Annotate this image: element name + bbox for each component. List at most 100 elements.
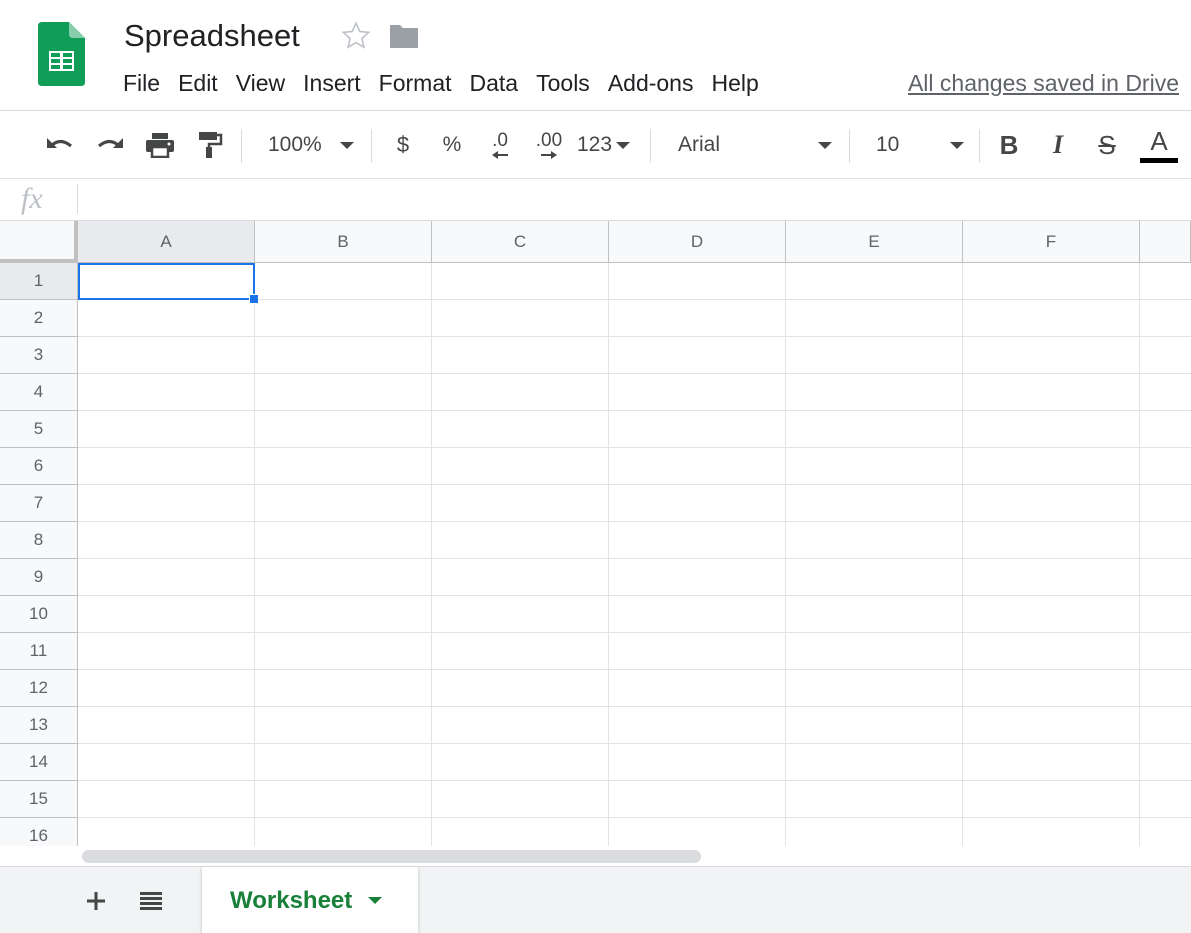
row-header-16[interactable]: 16 bbox=[0, 818, 78, 846]
row-header-14[interactable]: 14 bbox=[0, 744, 78, 781]
star-icon[interactable] bbox=[340, 20, 372, 52]
menu-add-ons[interactable]: Add-ons bbox=[599, 64, 703, 102]
bold-button[interactable]: B bbox=[992, 125, 1026, 165]
text-color-swatch bbox=[1140, 157, 1178, 163]
increase-decimal-button[interactable]: .00 bbox=[528, 125, 570, 165]
increase-decimal-label: .00 bbox=[535, 130, 563, 151]
menu-format[interactable]: Format bbox=[370, 64, 461, 102]
font-size-value: 10 bbox=[876, 133, 900, 156]
list-icon bbox=[140, 892, 162, 910]
chevron-down-icon bbox=[616, 141, 631, 149]
sheets-logo-icon[interactable] bbox=[38, 22, 85, 86]
column-header-d[interactable]: D bbox=[609, 221, 786, 263]
toolbar-divider bbox=[371, 129, 372, 163]
column-header-f[interactable]: F bbox=[963, 221, 1140, 263]
redo-icon bbox=[97, 138, 123, 148]
row-header-8[interactable]: 8 bbox=[0, 522, 78, 559]
arrow-right-icon bbox=[541, 151, 557, 159]
currency-format-button[interactable]: $ bbox=[386, 125, 420, 165]
row-header-5[interactable]: 5 bbox=[0, 411, 78, 448]
row-header-10[interactable]: 10 bbox=[0, 596, 78, 633]
save-status-link[interactable]: All changes saved in Drive bbox=[908, 64, 1179, 102]
menu-file[interactable]: File bbox=[114, 64, 169, 102]
fill-handle[interactable] bbox=[249, 294, 259, 304]
row-header-9[interactable]: 9 bbox=[0, 559, 78, 596]
grid-line bbox=[254, 263, 255, 846]
formula-divider bbox=[77, 184, 78, 214]
spreadsheet-app: Spreadsheet File Edit View Insert Format… bbox=[0, 0, 1191, 933]
add-sheet-button[interactable] bbox=[78, 883, 114, 919]
column-header-c[interactable]: C bbox=[432, 221, 609, 263]
grid-line bbox=[78, 743, 1191, 744]
strikethrough-icon: S bbox=[1098, 129, 1116, 160]
document-title[interactable]: Spreadsheet bbox=[124, 16, 300, 56]
undo-button[interactable] bbox=[42, 125, 78, 165]
toolbar: 100% $ % .0 .00 123 Arial 10 B I S A bbox=[0, 111, 1191, 179]
menu-help[interactable]: Help bbox=[702, 64, 767, 102]
currency-label: $ bbox=[396, 132, 410, 157]
row-header-4[interactable]: 4 bbox=[0, 374, 78, 411]
select-all-corner[interactable] bbox=[0, 221, 78, 263]
spreadsheet-grid[interactable]: A B C D E F 1 2 3 4 5 6 7 8 9 10 11 12 13 14 15 16 bbox=[0, 221, 1191, 846]
menu-view[interactable]: View bbox=[227, 64, 294, 102]
redo-button[interactable] bbox=[92, 125, 128, 165]
plus-icon bbox=[87, 892, 105, 910]
grid-line bbox=[785, 263, 786, 846]
toolbar-divider bbox=[979, 129, 980, 163]
sheet-tab-label: Worksheet bbox=[230, 886, 353, 914]
grid-line bbox=[78, 706, 1191, 707]
sheet-tab-worksheet[interactable]: Worksheet bbox=[202, 867, 418, 933]
column-header-e[interactable]: E bbox=[786, 221, 963, 263]
grid-line bbox=[962, 263, 963, 846]
column-header-partial[interactable] bbox=[1140, 221, 1191, 263]
row-header-6[interactable]: 6 bbox=[0, 448, 78, 485]
formula-input[interactable] bbox=[86, 183, 1181, 217]
font-size-select[interactable]: 10 bbox=[868, 125, 968, 165]
menu-insert[interactable]: Insert bbox=[294, 64, 370, 102]
grid-line bbox=[78, 632, 1191, 633]
header: Spreadsheet File Edit View Insert Format… bbox=[0, 0, 1191, 111]
row-header-11[interactable]: 11 bbox=[0, 633, 78, 670]
print-button[interactable] bbox=[142, 125, 178, 165]
decrease-decimal-button[interactable]: .0 bbox=[480, 125, 520, 165]
percent-format-button[interactable]: % bbox=[435, 125, 469, 165]
menu-edit[interactable]: Edit bbox=[169, 64, 227, 102]
fx-icon: fx bbox=[21, 182, 43, 215]
row-header-1[interactable]: 1 bbox=[0, 263, 78, 300]
menu-tools[interactable]: Tools bbox=[527, 64, 599, 102]
grid-line bbox=[78, 447, 1191, 448]
font-family-select[interactable]: Arial bbox=[672, 125, 838, 165]
row-header-15[interactable]: 15 bbox=[0, 781, 78, 818]
bold-icon: B bbox=[999, 129, 1019, 160]
all-sheets-button[interactable] bbox=[133, 883, 169, 919]
grid-line bbox=[78, 669, 1191, 670]
row-header-2[interactable]: 2 bbox=[0, 300, 78, 337]
zoom-select[interactable]: 100% bbox=[262, 125, 362, 165]
grid-line bbox=[78, 817, 1191, 818]
more-formats-button[interactable]: 123 bbox=[577, 125, 639, 165]
row-header-13[interactable]: 13 bbox=[0, 707, 78, 744]
chevron-down-icon bbox=[339, 141, 354, 149]
row-header-7[interactable]: 7 bbox=[0, 485, 78, 522]
paint-format-button[interactable] bbox=[192, 125, 228, 165]
chevron-down-icon[interactable] bbox=[368, 897, 383, 904]
menu-data[interactable]: Data bbox=[461, 64, 528, 102]
selected-cell[interactable] bbox=[78, 263, 255, 300]
horizontal-scrollbar-thumb[interactable] bbox=[82, 850, 701, 863]
folder-icon[interactable] bbox=[389, 23, 419, 49]
column-header-a[interactable]: A bbox=[78, 221, 255, 263]
formula-bar: fx bbox=[0, 179, 1191, 221]
chevron-down-icon bbox=[818, 141, 832, 149]
column-header-b[interactable]: B bbox=[255, 221, 432, 263]
decrease-decimal-label: .0 bbox=[492, 130, 508, 151]
row-header-12[interactable]: 12 bbox=[0, 670, 78, 707]
grid-line bbox=[78, 780, 1191, 781]
row-header-3[interactable]: 3 bbox=[0, 337, 78, 374]
arrow-left-icon bbox=[492, 151, 508, 159]
strikethrough-button[interactable]: S bbox=[1090, 125, 1124, 165]
text-color-button[interactable]: A bbox=[1138, 125, 1180, 165]
more-formats-label: 123 bbox=[577, 133, 613, 156]
italic-button[interactable]: I bbox=[1041, 125, 1075, 165]
toolbar-divider bbox=[650, 129, 651, 163]
grid-line bbox=[78, 484, 1191, 485]
